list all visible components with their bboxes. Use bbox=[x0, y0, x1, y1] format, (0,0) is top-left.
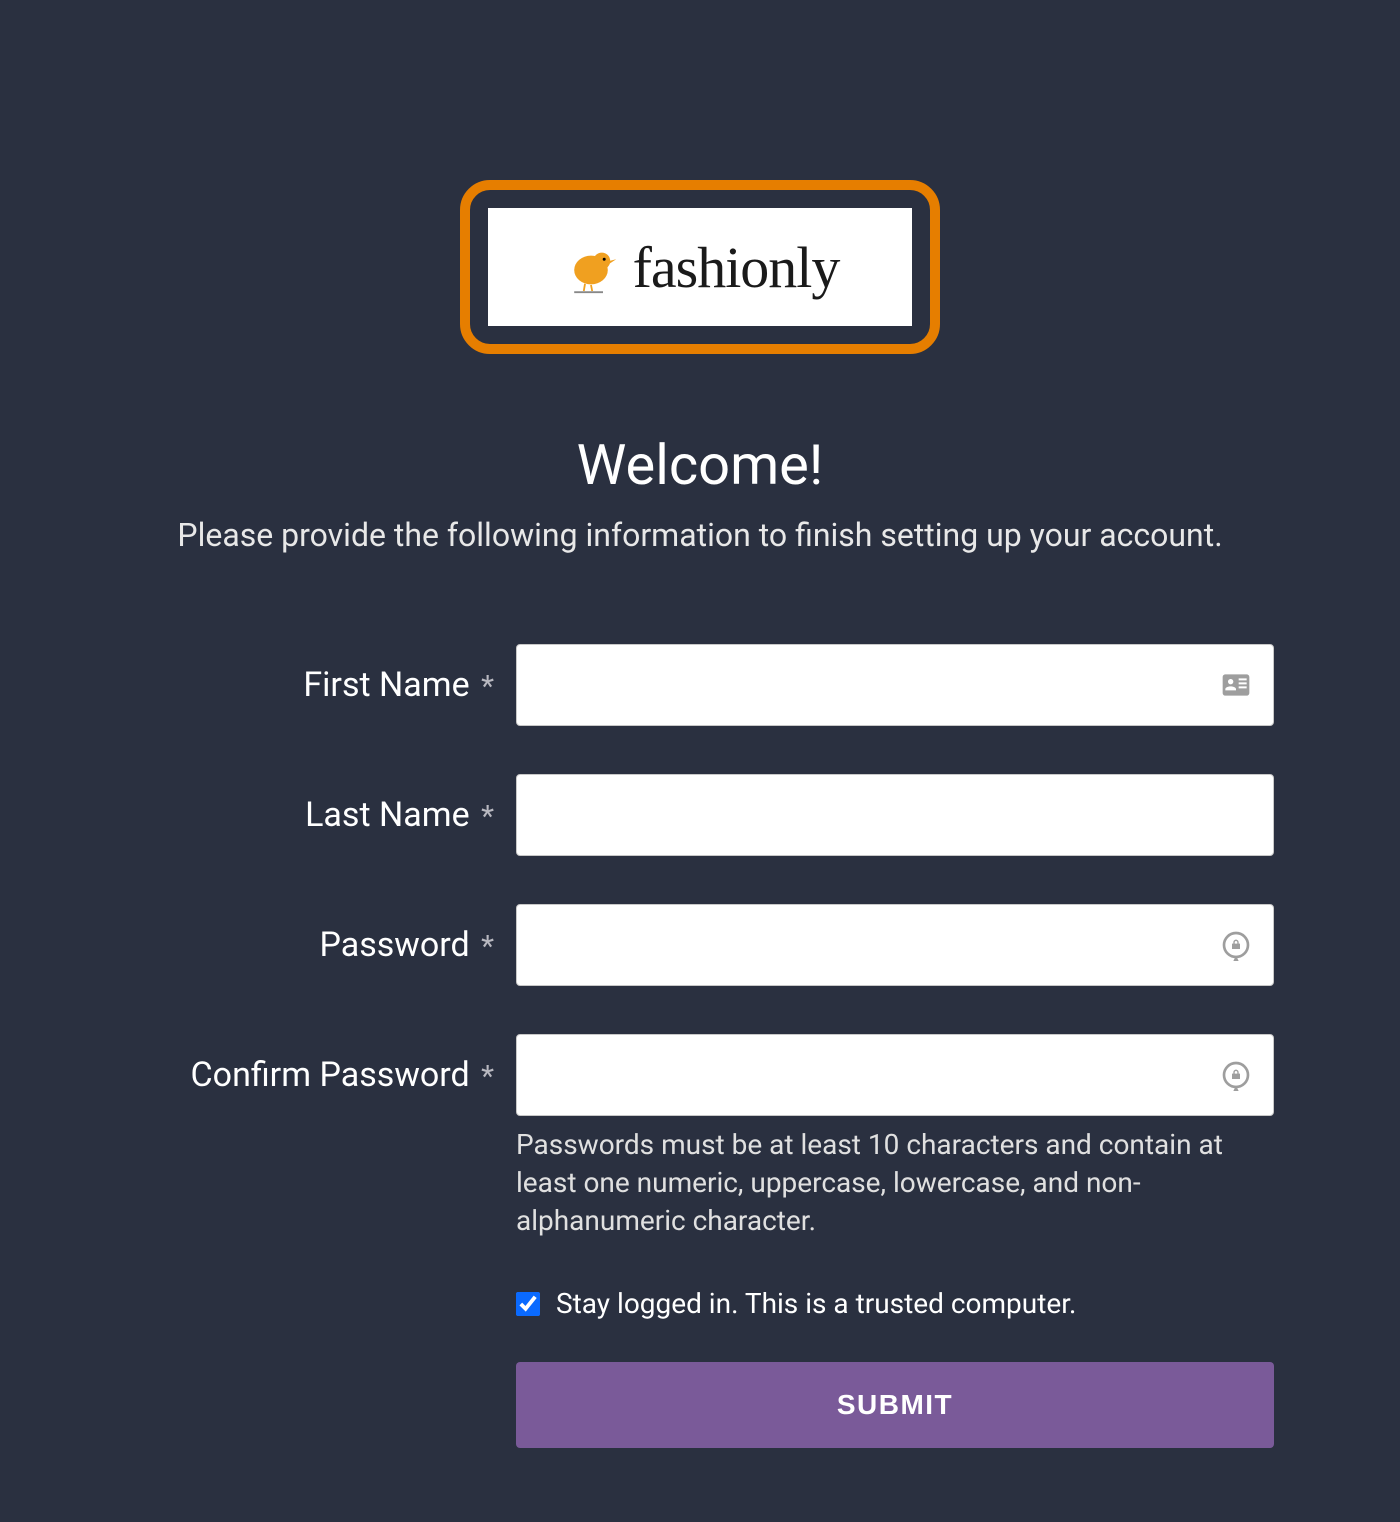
last-name-row: Last Name * bbox=[126, 774, 1274, 856]
confirm-password-label: Confirm Password * bbox=[126, 1055, 516, 1095]
page-title: Welcome! bbox=[0, 432, 1400, 498]
required-mark: * bbox=[481, 799, 494, 834]
first-name-row: First Name * bbox=[126, 644, 1274, 726]
password-hint: Passwords must be at least 10 characters… bbox=[516, 1126, 1274, 1239]
password-label: Password * bbox=[126, 925, 516, 965]
stay-logged-in-row: Stay logged in. This is a trusted comput… bbox=[126, 1287, 1274, 1320]
account-setup-form: First Name * Last Name * Password * bbox=[126, 644, 1274, 1448]
required-mark: * bbox=[481, 1059, 494, 1094]
password-input[interactable] bbox=[516, 904, 1274, 986]
confirm-password-input[interactable] bbox=[516, 1034, 1274, 1116]
last-name-label: Last Name * bbox=[126, 795, 516, 835]
confirm-password-row: Confirm Password * bbox=[126, 1034, 1274, 1116]
first-name-label: First Name * bbox=[126, 665, 516, 705]
password-hint-row: Passwords must be at least 10 characters… bbox=[126, 1126, 1274, 1239]
stay-logged-in-label: Stay logged in. This is a trusted comput… bbox=[556, 1287, 1076, 1320]
lock-icon bbox=[1220, 929, 1252, 961]
logo: fashionly bbox=[488, 208, 912, 326]
submit-button[interactable]: SUBMIT bbox=[516, 1362, 1274, 1448]
lock-icon bbox=[1220, 1059, 1252, 1091]
required-mark: * bbox=[481, 929, 494, 964]
first-name-input[interactable] bbox=[516, 644, 1274, 726]
last-name-input[interactable] bbox=[516, 774, 1274, 856]
required-mark: * bbox=[481, 669, 494, 704]
bird-icon bbox=[561, 237, 621, 297]
password-row: Password * bbox=[126, 904, 1274, 986]
logo-frame: fashionly bbox=[460, 180, 940, 354]
id-card-icon bbox=[1220, 669, 1252, 701]
page-subtitle: Please provide the following information… bbox=[0, 516, 1400, 554]
stay-logged-in-checkbox[interactable] bbox=[516, 1292, 540, 1316]
submit-row: SUBMIT bbox=[126, 1362, 1274, 1448]
brand-name: fashionly bbox=[633, 234, 840, 301]
